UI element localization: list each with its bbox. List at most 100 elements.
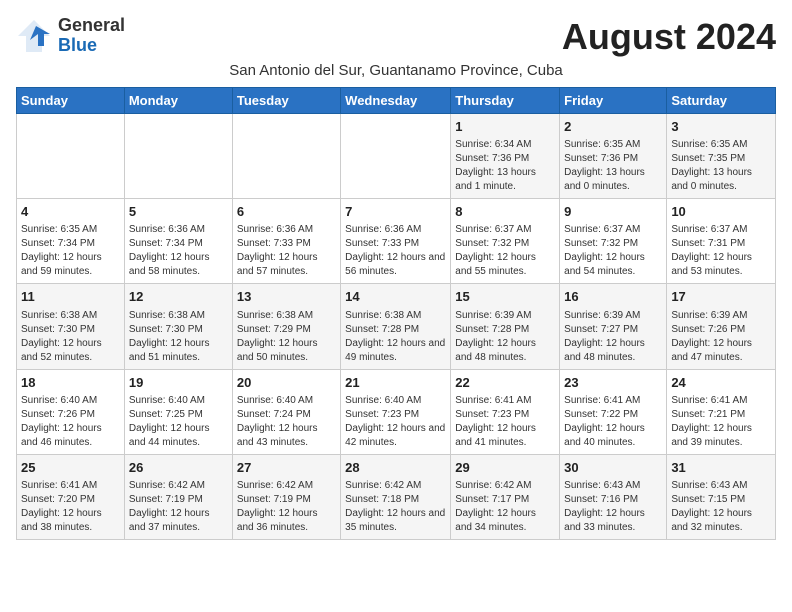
calendar-cell: 13 Sunrise: 6:38 AM Sunset: 7:29 PM Dayli… — [232, 284, 340, 369]
logo-blue-text: Blue — [58, 36, 125, 56]
day-info: Sunrise: 6:42 AM Sunset: 7:19 PM Dayligh… — [129, 479, 228, 535]
header-thursday: Thursday — [451, 88, 560, 114]
calendar-cell: 6Sunrise: 6:36 AM Sunset: 7:33 PM Daylig… — [232, 199, 340, 284]
calendar-cell: 31 Sunrise: 6:43 AM Sunset: 7:15 PM Dayli… — [667, 454, 776, 539]
calendar-cell: 26 Sunrise: 6:42 AM Sunset: 7:19 PM Dayli… — [124, 454, 232, 539]
day-number: 31 — [671, 459, 771, 477]
calendar-cell: 19 Sunrise: 6:40 AM Sunset: 7:25 PM Dayli… — [124, 369, 232, 454]
day-number: 4 — [21, 203, 120, 221]
calendar-week-row: 4 Sunrise: 6:35 AM Sunset: 7:34 PM Daylig… — [17, 199, 776, 284]
day-number: 21 — [345, 374, 446, 392]
day-number: 11 — [21, 288, 120, 306]
logo: General Blue — [16, 16, 125, 56]
day-number: 24 — [671, 374, 771, 392]
calendar-cell: 18 Sunrise: 6:40 AM Sunset: 7:26 PM Dayli… — [17, 369, 125, 454]
day-info: Sunrise: 6:40 AM Sunset: 7:23 PM Dayligh… — [345, 394, 446, 450]
calendar-header-row: SundayMondayTuesdayWednesdayThursdayFrid… — [17, 88, 776, 114]
day-info: Sunrise: 6:36 AM Sunset: 7:34 PM Dayligh… — [129, 223, 228, 279]
calendar-table: SundayMondayTuesdayWednesdayThursdayFrid… — [16, 87, 776, 540]
day-info: Sunrise: 6:41 AM Sunset: 7:21 PM Dayligh… — [671, 394, 771, 450]
calendar-cell: 25 Sunrise: 6:41 AM Sunset: 7:20 PM Dayli… — [17, 454, 125, 539]
calendar-cell: 8Sunrise: 6:37 AM Sunset: 7:32 PM Daylig… — [451, 199, 560, 284]
calendar-cell: 1Sunrise: 6:34 AM Sunset: 7:36 PM Daylig… — [451, 114, 560, 199]
day-info: Sunrise: 6:35 AM Sunset: 7:34 PM Dayligh… — [21, 223, 120, 279]
day-info: Sunrise: 6:42 AM Sunset: 7:18 PM Dayligh… — [345, 479, 446, 535]
day-number: 10 — [671, 203, 771, 221]
day-info: Sunrise: 6:35 AM Sunset: 7:35 PM Dayligh… — [671, 138, 771, 194]
calendar-cell: 4 Sunrise: 6:35 AM Sunset: 7:34 PM Daylig… — [17, 199, 125, 284]
logo-icon — [16, 18, 52, 54]
calendar-cell: 22Sunrise: 6:41 AM Sunset: 7:23 PM Dayli… — [451, 369, 560, 454]
day-number: 19 — [129, 374, 228, 392]
day-number: 8 — [455, 203, 555, 221]
day-info: Sunrise: 6:39 AM Sunset: 7:28 PM Dayligh… — [455, 309, 555, 365]
day-number: 7 — [345, 203, 446, 221]
day-info: Sunrise: 6:34 AM Sunset: 7:36 PM Dayligh… — [455, 138, 555, 194]
day-number: 14 — [345, 288, 446, 306]
day-number: 28 — [345, 459, 446, 477]
day-info: Sunrise: 6:41 AM Sunset: 7:20 PM Dayligh… — [21, 479, 120, 535]
calendar-cell: 23 Sunrise: 6:41 AM Sunset: 7:22 PM Dayli… — [560, 369, 667, 454]
day-number: 26 — [129, 459, 228, 477]
day-number: 18 — [21, 374, 120, 392]
day-number: 30 — [564, 459, 662, 477]
day-number: 2 — [564, 118, 662, 136]
day-number: 29 — [455, 459, 555, 477]
calendar-cell: 28 Sunrise: 6:42 AM Sunset: 7:18 PM Dayli… — [341, 454, 451, 539]
day-info: Sunrise: 6:38 AM Sunset: 7:30 PM Dayligh… — [21, 309, 120, 365]
calendar-cell: 17Sunrise: 6:39 AM Sunset: 7:26 PM Dayli… — [667, 284, 776, 369]
day-number: 12 — [129, 288, 228, 306]
calendar-cell: 14Sunrise: 6:38 AM Sunset: 7:28 PM Dayli… — [341, 284, 451, 369]
day-number: 23 — [564, 374, 662, 392]
day-number: 6 — [237, 203, 336, 221]
calendar-cell — [341, 114, 451, 199]
day-number: 13 — [237, 288, 336, 306]
calendar-cell: 30Sunrise: 6:43 AM Sunset: 7:16 PM Dayli… — [560, 454, 667, 539]
day-info: Sunrise: 6:40 AM Sunset: 7:26 PM Dayligh… — [21, 394, 120, 450]
day-info: Sunrise: 6:37 AM Sunset: 7:31 PM Dayligh… — [671, 223, 771, 279]
calendar-cell: 9 Sunrise: 6:37 AM Sunset: 7:32 PM Daylig… — [560, 199, 667, 284]
day-number: 27 — [237, 459, 336, 477]
day-info: Sunrise: 6:37 AM Sunset: 7:32 PM Dayligh… — [564, 223, 662, 279]
calendar-cell: 11 Sunrise: 6:38 AM Sunset: 7:30 PM Dayli… — [17, 284, 125, 369]
header-friday: Friday — [560, 88, 667, 114]
header-tuesday: Tuesday — [232, 88, 340, 114]
calendar-cell: 3Sunrise: 6:35 AM Sunset: 7:35 PM Daylig… — [667, 114, 776, 199]
calendar-cell — [232, 114, 340, 199]
calendar-week-row: 25 Sunrise: 6:41 AM Sunset: 7:20 PM Dayli… — [17, 454, 776, 539]
calendar-cell: 21 Sunrise: 6:40 AM Sunset: 7:23 PM Dayli… — [341, 369, 451, 454]
calendar-cell — [17, 114, 125, 199]
day-info: Sunrise: 6:41 AM Sunset: 7:22 PM Dayligh… — [564, 394, 662, 450]
day-info: Sunrise: 6:38 AM Sunset: 7:30 PM Dayligh… — [129, 309, 228, 365]
day-info: Sunrise: 6:40 AM Sunset: 7:24 PM Dayligh… — [237, 394, 336, 450]
header-wednesday: Wednesday — [341, 88, 451, 114]
day-info: Sunrise: 6:38 AM Sunset: 7:29 PM Dayligh… — [237, 309, 336, 365]
day-number: 9 — [564, 203, 662, 221]
logo-general-text: General — [58, 16, 125, 36]
header-sunday: Sunday — [17, 88, 125, 114]
day-info: Sunrise: 6:35 AM Sunset: 7:36 PM Dayligh… — [564, 138, 662, 194]
day-info: Sunrise: 6:43 AM Sunset: 7:15 PM Dayligh… — [671, 479, 771, 535]
day-info: Sunrise: 6:41 AM Sunset: 7:23 PM Dayligh… — [455, 394, 555, 450]
calendar-week-row: 18 Sunrise: 6:40 AM Sunset: 7:26 PM Dayli… — [17, 369, 776, 454]
calendar-cell: 5 Sunrise: 6:36 AM Sunset: 7:34 PM Daylig… — [124, 199, 232, 284]
header-saturday: Saturday — [667, 88, 776, 114]
calendar-week-row: 11 Sunrise: 6:38 AM Sunset: 7:30 PM Dayli… — [17, 284, 776, 369]
day-number: 25 — [21, 459, 120, 477]
day-info: Sunrise: 6:36 AM Sunset: 7:33 PM Dayligh… — [345, 223, 446, 279]
day-number: 15 — [455, 288, 555, 306]
header-monday: Monday — [124, 88, 232, 114]
calendar-cell: 10 Sunrise: 6:37 AM Sunset: 7:31 PM Dayli… — [667, 199, 776, 284]
calendar-cell: 15 Sunrise: 6:39 AM Sunset: 7:28 PM Dayli… — [451, 284, 560, 369]
calendar-cell — [124, 114, 232, 199]
calendar-week-row: 1Sunrise: 6:34 AM Sunset: 7:36 PM Daylig… — [17, 114, 776, 199]
day-info: Sunrise: 6:39 AM Sunset: 7:26 PM Dayligh… — [671, 309, 771, 365]
calendar-cell: 29 Sunrise: 6:42 AM Sunset: 7:17 PM Dayli… — [451, 454, 560, 539]
calendar-cell: 7 Sunrise: 6:36 AM Sunset: 7:33 PM Daylig… — [341, 199, 451, 284]
day-info: Sunrise: 6:40 AM Sunset: 7:25 PM Dayligh… — [129, 394, 228, 450]
day-info: Sunrise: 6:42 AM Sunset: 7:17 PM Dayligh… — [455, 479, 555, 535]
day-number: 5 — [129, 203, 228, 221]
calendar-cell: 2 Sunrise: 6:35 AM Sunset: 7:36 PM Daylig… — [560, 114, 667, 199]
calendar-cell: 16Sunrise: 6:39 AM Sunset: 7:27 PM Dayli… — [560, 284, 667, 369]
day-number: 20 — [237, 374, 336, 392]
